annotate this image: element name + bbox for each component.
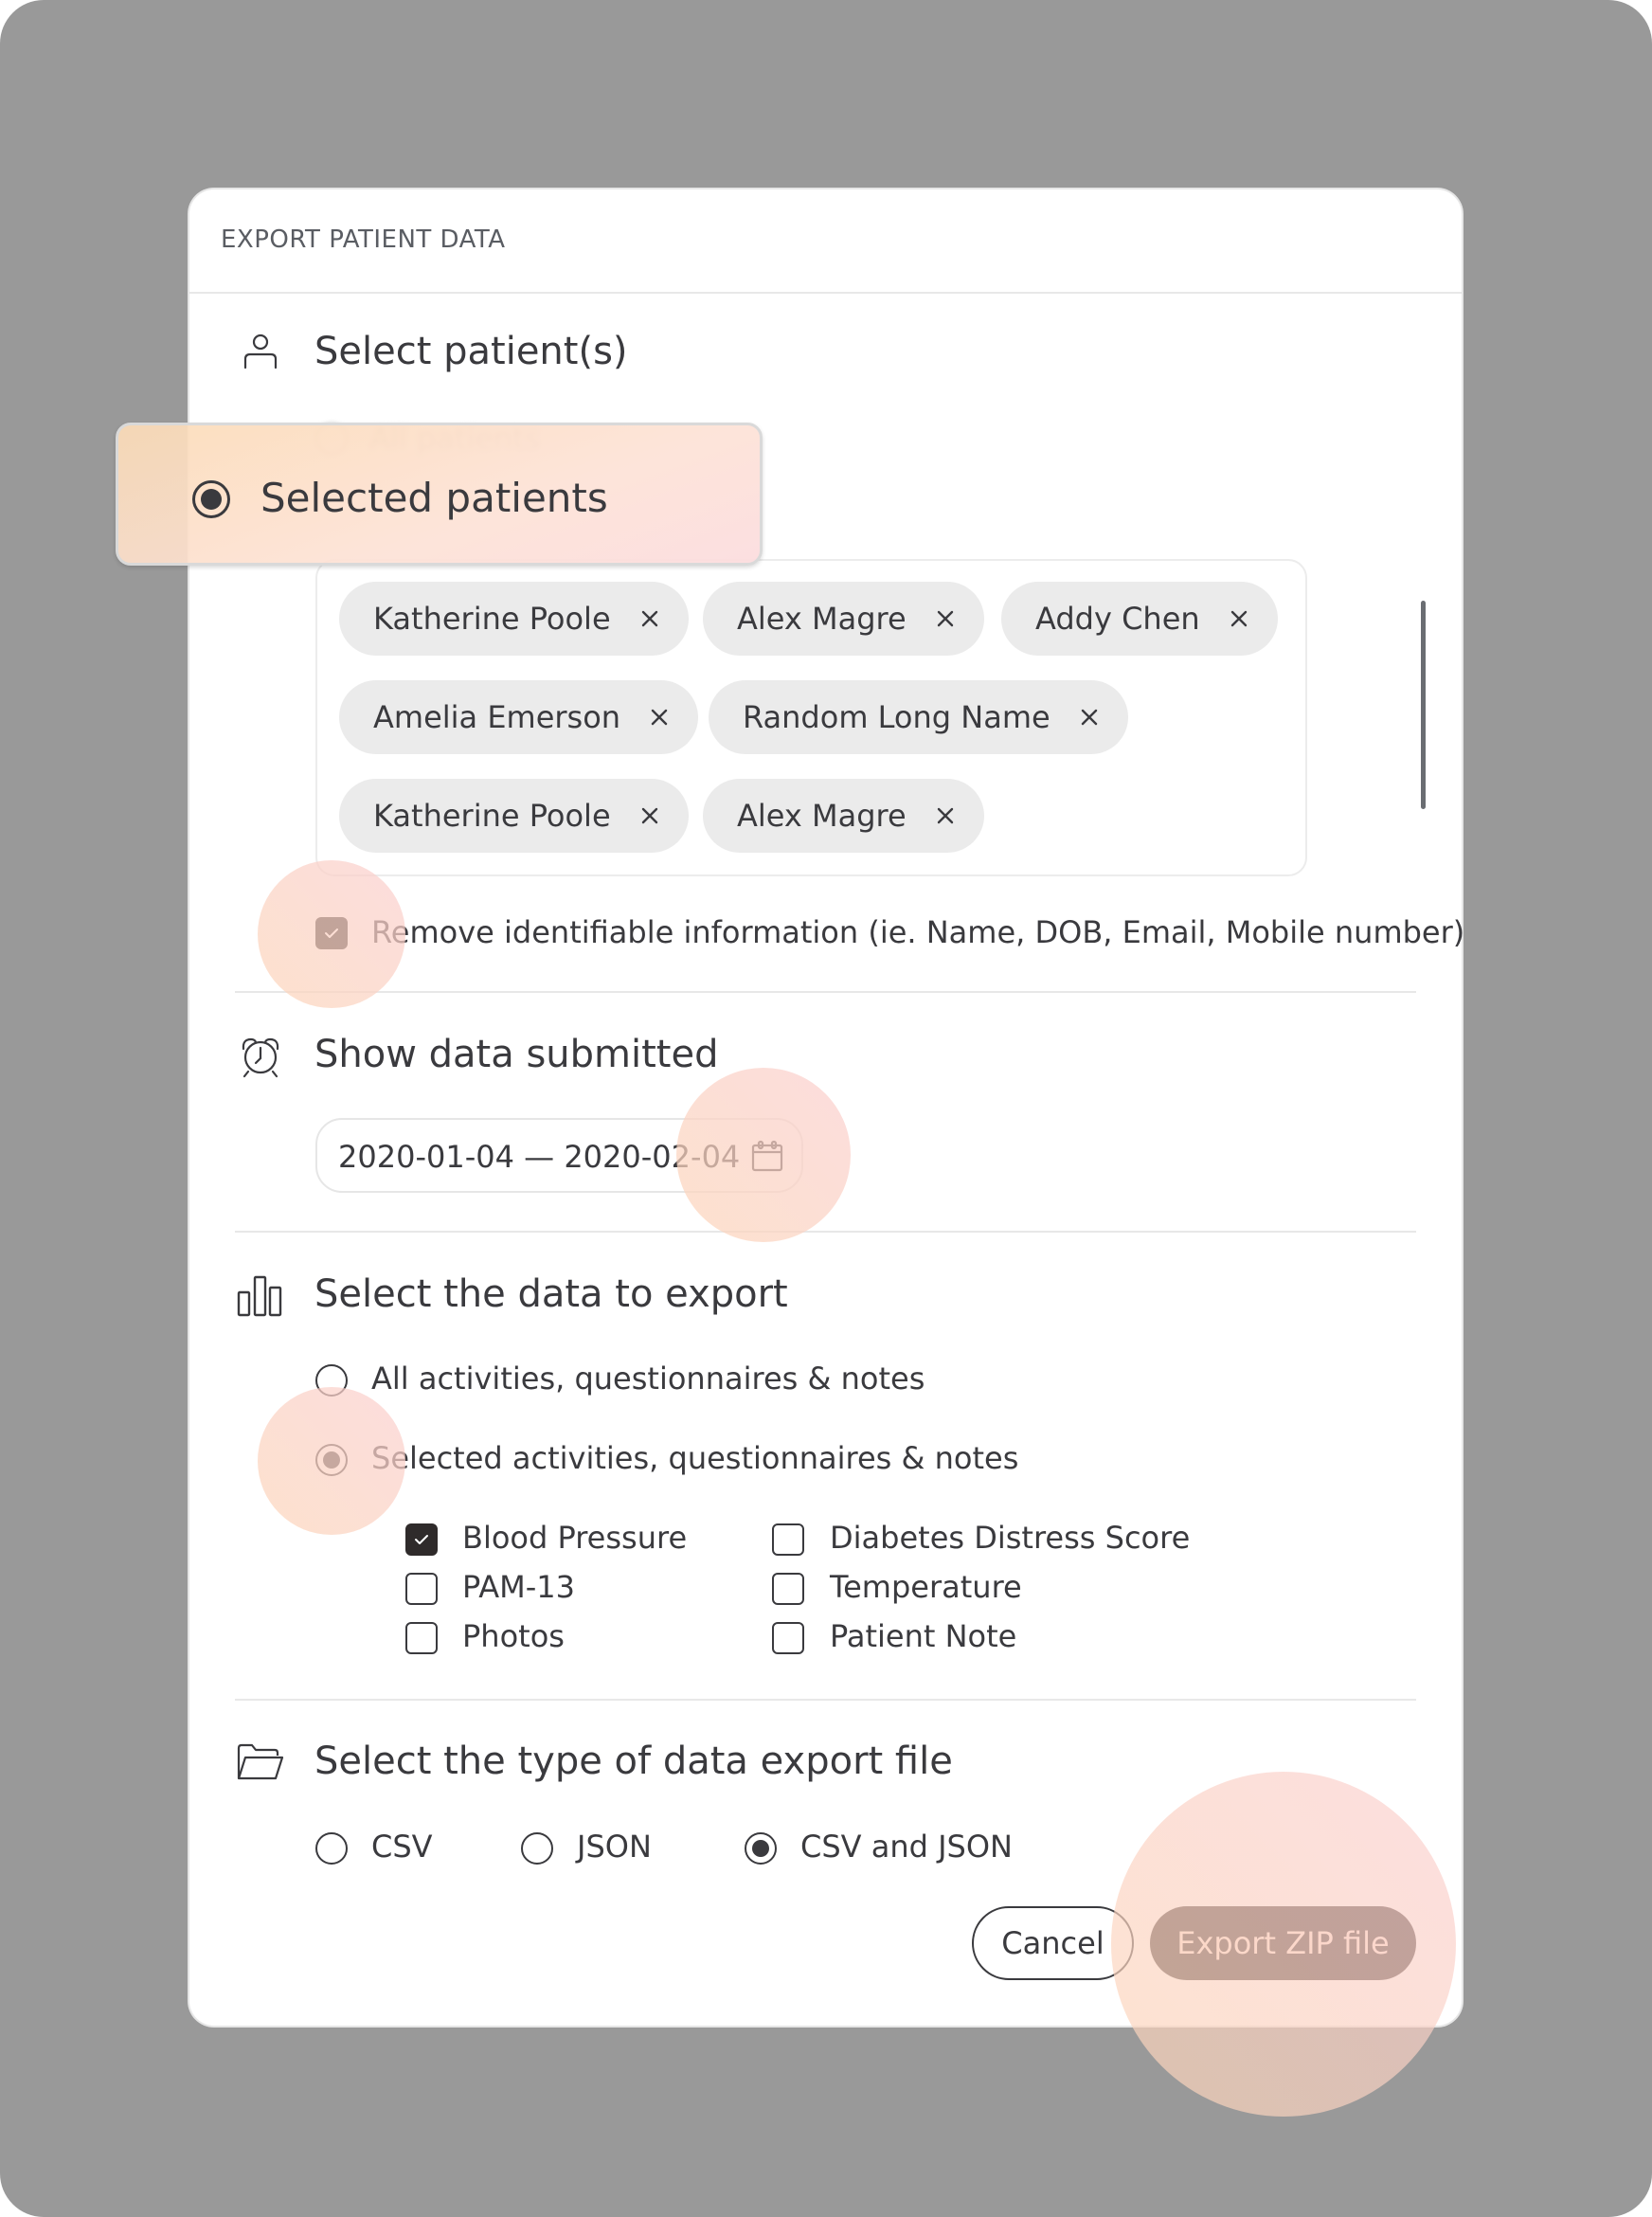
patient-chip: Addy Chen: [1001, 582, 1278, 656]
close-icon[interactable]: [935, 608, 956, 629]
section-divider: [235, 1231, 1416, 1233]
patient-chip-label: Alex Magre: [737, 601, 907, 637]
section-title-select-patients: Select patient(s): [314, 330, 628, 373]
checkbox-temperature[interactable]: [772, 1573, 804, 1605]
checkbox-patient-note[interactable]: [772, 1622, 804, 1654]
section-divider: [235, 1699, 1416, 1701]
checkbox-diabetes-distress-score-label: Diabetes Distress Score: [830, 1520, 1191, 1556]
export-zip-button[interactable]: Export ZIP file: [1150, 1906, 1416, 1980]
checkbox-blood-pressure-label: Blood Pressure: [462, 1520, 688, 1556]
date-range-value: 2020-01-04 — 2020-02-04: [338, 1139, 741, 1175]
patient-chip: Amelia Emerson: [339, 680, 699, 754]
radio-csv[interactable]: [315, 1832, 348, 1865]
zoomed-selected-patients-option[interactable]: Selected patients: [116, 423, 763, 566]
remove-identifiable-checkbox[interactable]: [315, 917, 348, 949]
radio-csv-label: CSV: [371, 1829, 433, 1865]
patient-chip: Katherine Poole: [339, 582, 689, 656]
patient-chip-label: Alex Magre: [737, 798, 907, 834]
folder-open-icon: [235, 1737, 286, 1788]
remove-identifiable-label: Remove identifiable information (ie. Nam…: [371, 914, 1465, 950]
radio-csv-and-json[interactable]: [745, 1832, 777, 1865]
alarm-clock-icon: [235, 1030, 286, 1081]
check-icon: [415, 1535, 428, 1544]
section-title-export-file-type: Select the type of data export file: [314, 1739, 953, 1783]
checkbox-blood-pressure[interactable]: [405, 1523, 438, 1556]
patient-chip: Alex Magre: [703, 779, 984, 853]
radio-selected-activities[interactable]: [315, 1444, 348, 1476]
close-icon[interactable]: [1079, 707, 1100, 728]
radio-selected-patients-label: Selected patients: [260, 475, 608, 521]
section-title-select-data: Select the data to export: [314, 1272, 788, 1316]
date-range-input[interactable]: 2020-01-04 — 2020-02-04: [315, 1118, 803, 1193]
radio-all-activities-label: All activities, questionnaires & notes: [371, 1361, 925, 1397]
radio-json[interactable]: [521, 1832, 553, 1865]
close-icon[interactable]: [639, 608, 660, 629]
patient-chip-label: Katherine Poole: [373, 798, 611, 834]
patient-chip-label: Addy Chen: [1035, 601, 1200, 637]
close-icon[interactable]: [639, 805, 660, 826]
checkbox-diabetes-distress-score[interactable]: [772, 1523, 804, 1556]
checkbox-temperature-label: Temperature: [830, 1569, 1022, 1605]
patient-chip-label: Random Long Name: [743, 699, 1050, 735]
selected-patients-field[interactable]: Katherine Poole Alex Magre Addy Chen Ame…: [315, 559, 1426, 876]
close-icon[interactable]: [649, 707, 670, 728]
close-icon[interactable]: [1229, 608, 1249, 629]
calendar-icon[interactable]: [748, 1137, 786, 1175]
chips-scrollbar[interactable]: [1421, 601, 1426, 809]
patient-chip: Alex Magre: [703, 582, 984, 656]
checkbox-pam-13[interactable]: [405, 1573, 438, 1605]
section-divider: [235, 991, 1416, 993]
close-icon[interactable]: [935, 805, 956, 826]
cancel-button[interactable]: Cancel: [972, 1906, 1134, 1980]
radio-selected-activities-label: Selected activities, questionnaires & no…: [371, 1440, 1019, 1476]
checkbox-pam-13-label: PAM-13: [462, 1569, 576, 1605]
person-icon: [235, 327, 286, 378]
radio-all-activities[interactable]: [315, 1364, 348, 1397]
bar-chart-icon: [235, 1270, 286, 1321]
patient-chip-label: Amelia Emerson: [373, 699, 621, 735]
checkbox-patient-note-label: Patient Note: [830, 1618, 1017, 1654]
radio-json-label: JSON: [577, 1829, 652, 1865]
patient-chip-label: Katherine Poole: [373, 601, 611, 637]
check-icon: [325, 928, 338, 938]
patient-chip: Random Long Name: [709, 680, 1128, 754]
dialog-header: EXPORT PATIENT DATA: [189, 189, 1462, 294]
radio-csv-and-json-label: CSV and JSON: [800, 1829, 1013, 1865]
checkbox-photos[interactable]: [405, 1622, 438, 1654]
section-title-show-data-submitted: Show data submitted: [314, 1033, 719, 1076]
radio-selected-patients[interactable]: [192, 480, 230, 518]
dialog-title: EXPORT PATIENT DATA: [221, 225, 506, 254]
patient-chip: Katherine Poole: [339, 779, 689, 853]
checkbox-photos-label: Photos: [462, 1618, 565, 1654]
